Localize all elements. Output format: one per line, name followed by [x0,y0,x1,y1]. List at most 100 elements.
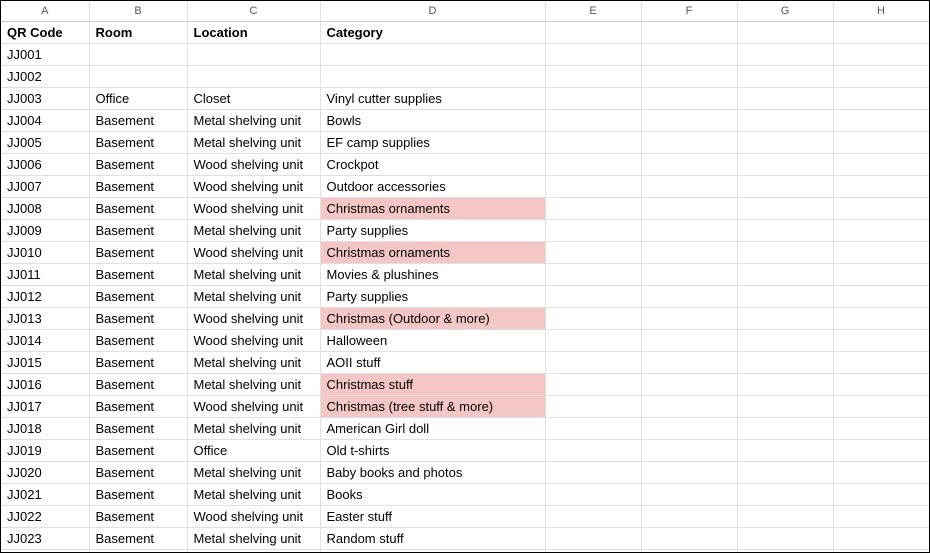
cell[interactable] [641,550,737,553]
cell[interactable] [737,22,833,44]
cell[interactable] [737,484,833,506]
cell[interactable] [833,154,929,176]
cell[interactable] [641,110,737,132]
cell[interactable] [833,308,929,330]
cell[interactable] [545,374,641,396]
cell[interactable] [545,220,641,242]
cell[interactable] [737,110,833,132]
cell[interactable] [641,176,737,198]
cell[interactable] [545,506,641,528]
cell[interactable]: JJ002 [1,66,89,88]
cell[interactable]: Basement [89,396,187,418]
cell[interactable]: JJ013 [1,308,89,330]
cell[interactable] [737,44,833,66]
cell[interactable] [320,66,545,88]
cell[interactable]: Office [89,88,187,110]
cell[interactable]: Basement [89,330,187,352]
cell[interactable] [641,352,737,374]
cell[interactable]: JJ016 [1,374,89,396]
cell[interactable]: JJ015 [1,352,89,374]
cell[interactable]: Basement [89,352,187,374]
cell[interactable] [641,396,737,418]
cell[interactable] [737,308,833,330]
cell[interactable]: JJ008 [1,198,89,220]
cell[interactable] [187,44,320,66]
cell[interactable] [641,462,737,484]
cell[interactable]: Baby books and photos [320,462,545,484]
cell[interactable] [641,484,737,506]
cell[interactable] [641,242,737,264]
cell[interactable] [545,308,641,330]
cell[interactable]: JJ019 [1,440,89,462]
cell[interactable] [545,176,641,198]
cell[interactable] [737,352,833,374]
cell[interactable]: JJ018 [1,418,89,440]
cell[interactable] [545,462,641,484]
col-header-c[interactable]: C [187,1,320,22]
cell[interactable]: Vinyl cutter supplies [320,88,545,110]
cell[interactable] [641,330,737,352]
cell[interactable] [737,330,833,352]
cell[interactable]: Christmas ornaments [320,198,545,220]
cell[interactable]: JJ007 [1,176,89,198]
cell[interactable]: Wood shelving unit [187,242,320,264]
col-header-e[interactable]: E [545,1,641,22]
cell[interactable] [545,264,641,286]
cell[interactable]: Basement [89,484,187,506]
cell[interactable]: Books [320,484,545,506]
cell[interactable]: JJ012 [1,286,89,308]
cell[interactable]: JJ011 [1,264,89,286]
cell[interactable] [641,264,737,286]
cell[interactable] [833,418,929,440]
cell[interactable]: JJ001 [1,44,89,66]
cell[interactable]: Basement [89,286,187,308]
cell[interactable] [545,132,641,154]
cell[interactable]: Basement [89,242,187,264]
cell[interactable] [641,66,737,88]
col-header-f[interactable]: F [641,1,737,22]
cell[interactable] [641,132,737,154]
cell[interactable] [545,154,641,176]
cell[interactable] [641,22,737,44]
cell[interactable]: Easter stuff [320,506,545,528]
cell[interactable] [89,44,187,66]
cell[interactable] [641,418,737,440]
col-header-d[interactable]: D [320,1,545,22]
cell[interactable]: Crockpot [320,154,545,176]
cell[interactable]: JJ024 [1,550,89,553]
header-category[interactable]: Category [320,22,545,44]
cell[interactable] [545,352,641,374]
cell[interactable]: Basement [89,132,187,154]
cell[interactable] [545,44,641,66]
cell[interactable] [545,330,641,352]
cell[interactable] [833,242,929,264]
cell[interactable] [545,484,641,506]
cell[interactable] [833,176,929,198]
cell[interactable]: Basement [89,110,187,132]
cell[interactable] [833,550,929,553]
cell[interactable]: Wood shelving unit [187,198,320,220]
cell[interactable]: Christmas ornaments [320,242,545,264]
cell[interactable]: Bowls [320,110,545,132]
cell[interactable] [833,506,929,528]
cell[interactable]: Basement [89,506,187,528]
cell[interactable] [641,88,737,110]
cell[interactable] [545,88,641,110]
cell[interactable]: Metal shelving unit [187,374,320,396]
cell[interactable]: Closet [187,88,320,110]
cell[interactable] [833,44,929,66]
cell[interactable]: Basement [89,176,187,198]
cell[interactable] [545,286,641,308]
cell[interactable] [833,22,929,44]
cell[interactable] [833,396,929,418]
cell[interactable] [641,220,737,242]
cell[interactable]: Basement [89,308,187,330]
cell[interactable] [641,308,737,330]
cell[interactable] [641,286,737,308]
cell[interactable] [641,44,737,66]
col-header-g[interactable]: G [737,1,833,22]
cell[interactable]: Old t-shirts [320,440,545,462]
cell[interactable] [545,110,641,132]
cell[interactable]: Basement [89,220,187,242]
cell[interactable]: Wood shelving unit [187,330,320,352]
